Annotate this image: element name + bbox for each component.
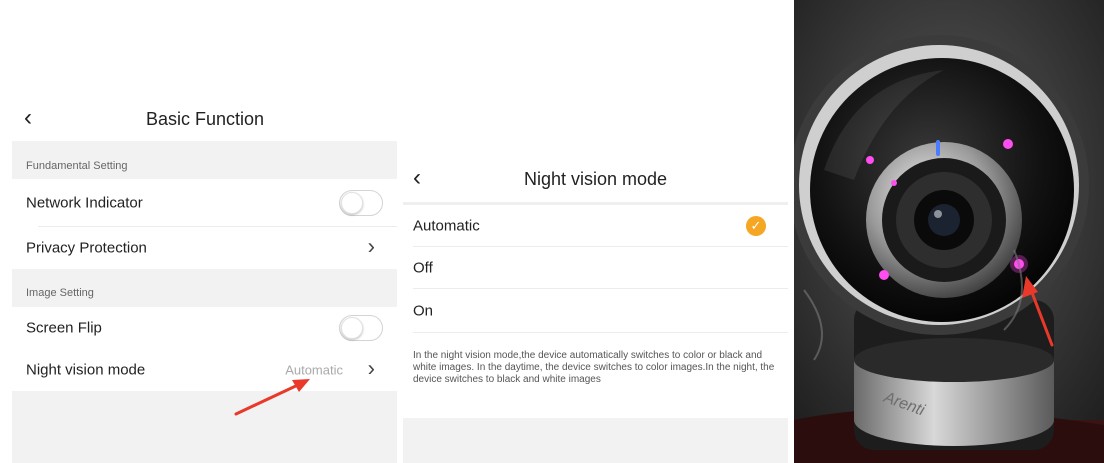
- divider: [413, 332, 788, 333]
- camera-illustration: Arenti: [794, 0, 1104, 463]
- red-arrow-annotation: [234, 379, 310, 416]
- nav-bar: ‹ Night vision mode: [403, 164, 788, 198]
- night-vision-screen: ‹ Night vision mode Automatic ✓ Off On I…: [403, 0, 788, 463]
- mode-description: In the night vision mode,the device auto…: [413, 350, 775, 385]
- ir-led: [866, 156, 874, 164]
- camera-photo: Arenti: [794, 0, 1104, 463]
- basic-function-screen: ‹ Basic Function Fundamental Setting Net…: [0, 0, 397, 463]
- checkmark-circle-icon: ✓: [746, 216, 766, 236]
- empty-area: [403, 418, 788, 463]
- option-on[interactable]: On: [403, 289, 788, 333]
- option-label: Off: [413, 259, 433, 277]
- status-light: [936, 140, 940, 156]
- option-off[interactable]: Off: [403, 247, 788, 289]
- option-label: On: [413, 302, 434, 320]
- ir-led: [879, 270, 889, 280]
- option-label: Automatic: [413, 217, 480, 235]
- page-title: Night vision mode: [523, 169, 668, 189]
- ir-led: [1003, 139, 1013, 149]
- ir-led: [891, 180, 897, 186]
- option-automatic[interactable]: Automatic ✓: [403, 205, 788, 247]
